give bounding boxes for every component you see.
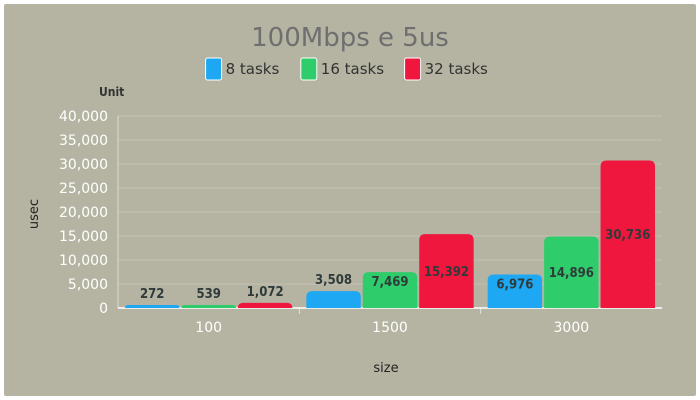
y-tick-label: 35,000 bbox=[59, 133, 108, 149]
y-tick-label: 15,000 bbox=[59, 229, 108, 245]
chart-title: 100Mbps e 5us bbox=[251, 23, 449, 53]
data-label: 3,508 bbox=[315, 273, 352, 288]
legend-swatch bbox=[404, 57, 422, 81]
data-label: 272 bbox=[140, 287, 164, 302]
x-axis-title: size bbox=[373, 361, 398, 376]
y-axis-title: usec bbox=[27, 199, 42, 229]
bar[interactable] bbox=[306, 291, 361, 308]
data-label: 7,469 bbox=[372, 275, 409, 290]
legend-swatch bbox=[300, 57, 318, 81]
y-tick-label: 40,000 bbox=[59, 109, 108, 125]
legend-label: 16 tasks bbox=[321, 60, 384, 78]
bar[interactable] bbox=[125, 305, 180, 308]
chart-frame: 100Mbps e 5us 8 tasks 16 tasks 32 tasks Un… bbox=[4, 4, 696, 396]
legend-swatch bbox=[205, 57, 223, 81]
y-tick-label: 20,000 bbox=[59, 205, 108, 221]
bar[interactable] bbox=[181, 305, 236, 308]
x-axis: 100 1500 3000 bbox=[195, 308, 589, 336]
x-tick-label: 3000 bbox=[554, 320, 590, 336]
y-tick-label: 5,000 bbox=[68, 277, 108, 293]
y-tick-label: 30,000 bbox=[59, 157, 108, 173]
data-label: 1,072 bbox=[247, 285, 284, 300]
legend: 8 tasks 16 tasks 32 tasks bbox=[205, 57, 488, 81]
data-label: 6,976 bbox=[496, 278, 533, 293]
data-label: 15,392 bbox=[424, 265, 469, 280]
legend-item[interactable]: 32 tasks bbox=[404, 57, 488, 81]
unit-label: Unit bbox=[99, 85, 124, 99]
y-axis: 0 5,000 10,000 15,000 20,000 25,000 30,000 35,0… bbox=[59, 109, 119, 317]
legend-item[interactable]: 16 tasks bbox=[300, 57, 384, 81]
legend-label: 8 tasks bbox=[226, 60, 280, 78]
data-label: 30,736 bbox=[605, 228, 650, 243]
y-tick-label: 25,000 bbox=[59, 181, 108, 197]
legend-item[interactable]: 8 tasks bbox=[205, 57, 280, 81]
data-label: 539 bbox=[196, 287, 220, 302]
y-tick-label: 0 bbox=[99, 301, 108, 317]
y-tick-label: 10,000 bbox=[59, 253, 108, 269]
bar[interactable] bbox=[237, 302, 293, 308]
data-label: 14,896 bbox=[549, 266, 594, 281]
x-tick-label: 100 bbox=[195, 320, 222, 336]
bar-chart: 100Mbps e 5us 8 tasks 16 tasks 32 tasks Un… bbox=[27, 23, 662, 376]
x-tick-label: 1500 bbox=[372, 320, 408, 336]
legend-label: 32 tasks bbox=[425, 60, 488, 78]
